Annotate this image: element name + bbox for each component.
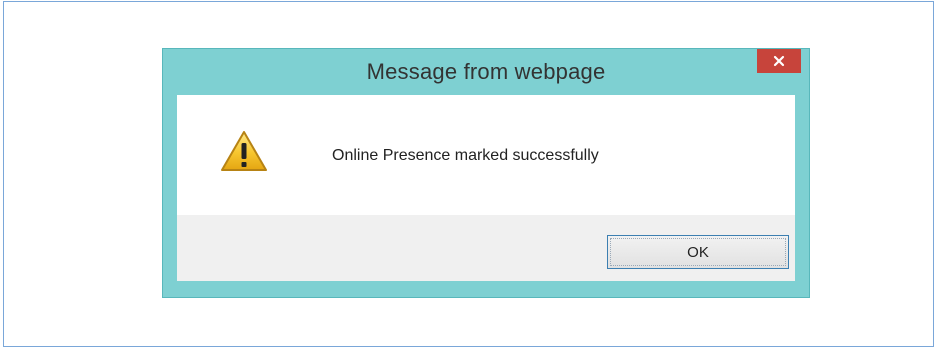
close-button[interactable]: [757, 49, 801, 73]
alert-dialog: Message from webpage Online Presence mar…: [162, 48, 810, 298]
dialog-title: Message from webpage: [366, 59, 606, 84]
close-icon: [773, 55, 785, 67]
dialog-footer: OK: [177, 215, 795, 281]
ok-button[interactable]: OK: [607, 235, 789, 269]
dialog-message: Online Presence marked successfully: [332, 147, 599, 164]
warning-triangle-icon: [219, 129, 269, 173]
dialog-titlebar: Message from webpage: [163, 49, 809, 95]
dialog-content: Online Presence marked successfully: [177, 95, 795, 215]
